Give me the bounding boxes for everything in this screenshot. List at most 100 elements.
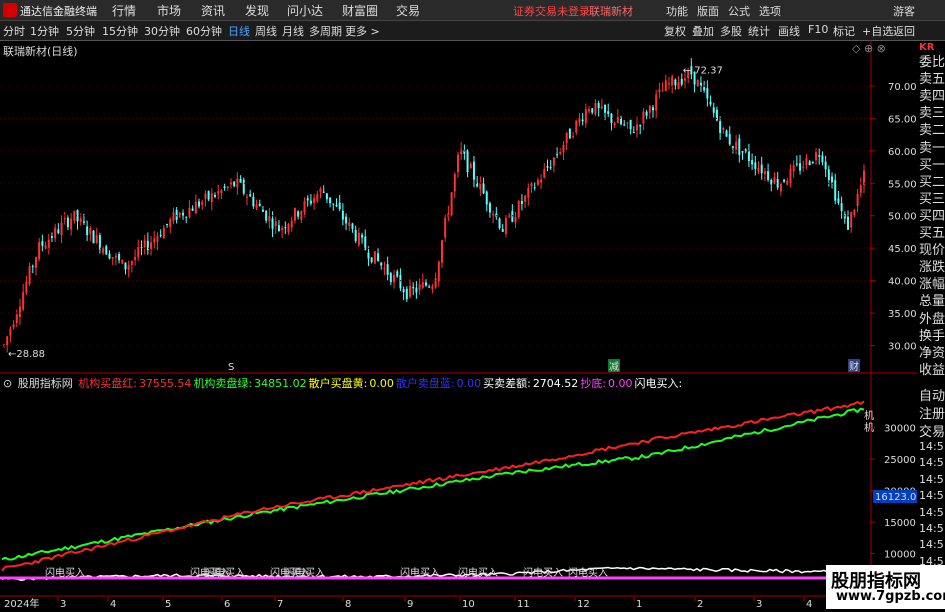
period-1min[interactable]: 1分钟: [30, 23, 59, 39]
candle-body: [722, 127, 725, 130]
menu-news[interactable]: 资讯: [201, 2, 225, 19]
candle-body: [415, 287, 418, 293]
btn-mark[interactable]: 标记: [833, 23, 855, 39]
candle-body: [412, 286, 415, 289]
period-30min[interactable]: 30分钟: [144, 23, 180, 39]
indicator-name[interactable]: 股朋指标网: [18, 377, 73, 390]
period-5min[interactable]: 5分钟: [66, 23, 95, 39]
candle-body: [568, 128, 571, 139]
candle-body: [543, 168, 546, 178]
chart-title: 联瑞新材(日线): [3, 45, 78, 58]
candle-body: [715, 109, 718, 121]
menu-function[interactable]: 功能: [666, 3, 688, 19]
candle-body: [805, 158, 808, 166]
candle-body: [520, 201, 523, 204]
menu-options[interactable]: 选项: [759, 3, 781, 19]
menu-market-quotes[interactable]: 行情: [112, 2, 136, 19]
date-month-label: 9: [407, 599, 413, 609]
btn-stats[interactable]: 统计: [748, 23, 770, 39]
candle-body: [28, 266, 31, 285]
btn-overlay[interactable]: 叠加: [692, 23, 714, 39]
candle-body: [680, 79, 683, 85]
candle-body: [802, 166, 805, 168]
candle-body: [367, 252, 370, 259]
candle-body: [636, 124, 639, 131]
date-year-label: 2024年: [4, 597, 39, 609]
high-price-label: ← 72.37: [683, 66, 723, 77]
candle-body: [533, 187, 536, 189]
candle-body: [274, 221, 277, 227]
indicator-gear-icon[interactable]: ⊙: [3, 377, 12, 390]
candle-body: [287, 223, 290, 233]
candle-body: [511, 211, 514, 222]
indicator-value-0: 37555.54: [138, 377, 192, 390]
period-intraday[interactable]: 分时: [3, 23, 25, 39]
period-60min[interactable]: 60分钟: [186, 23, 222, 39]
btn-back[interactable]: 返回: [893, 23, 915, 39]
btn-f10[interactable]: F10: [808, 23, 828, 36]
green-institution-line: [1, 407, 865, 561]
chart-grid: [0, 40, 917, 609]
period-15min[interactable]: 15分钟: [102, 23, 138, 39]
candle-body: [159, 235, 162, 237]
menu-discover[interactable]: 发现: [245, 2, 269, 19]
flash-buy-label: 闪电买入: [523, 566, 563, 579]
sidebar-bottom-0[interactable]: 自动: [919, 385, 945, 404]
period-daily[interactable]: 日线: [228, 23, 250, 39]
candle-body: [57, 229, 60, 234]
btn-draw[interactable]: 画线: [778, 23, 800, 39]
candle-body: [629, 119, 632, 130]
candle-body: [575, 120, 578, 133]
btn-adjust[interactable]: 复权: [664, 23, 686, 39]
candle-body: [664, 80, 667, 91]
sidebar-bottom-1[interactable]: 注册: [919, 403, 945, 422]
candle-body: [175, 209, 178, 220]
sidebar-time-tick: 14:5: [919, 489, 944, 503]
candle-body: [501, 228, 504, 232]
candle-body: [645, 111, 648, 116]
chart-canvas[interactable]: 机机闪电买入 闪电买入闪电买入 闪电买入闪电买入 闪电买入 闪电买入 闪电买入 闪电买入 7…: [0, 40, 917, 609]
chart-window-controls[interactable]: ◇ ⊕ ⊗: [852, 42, 886, 55]
candle-body: [623, 124, 626, 126]
price-axis-label: 70.00: [888, 82, 917, 93]
candle-body: [166, 223, 169, 225]
candle-body: [770, 179, 773, 185]
candle-body: [431, 286, 434, 290]
date-axis: 2024年 3 4 5 6 7 8 9 10 11 12 1 2 3 4: [0, 597, 870, 610]
menu-market[interactable]: 市场: [157, 2, 181, 19]
indicator-value-1: 34851.02: [254, 377, 307, 390]
candle-body: [799, 163, 802, 171]
candle-body: [856, 193, 859, 206]
candle-body: [108, 253, 111, 259]
candle-body: [82, 221, 85, 223]
menu-trade[interactable]: 交易: [396, 2, 420, 19]
candle-body: [703, 87, 706, 91]
btn-multistock[interactable]: 多股: [720, 23, 742, 39]
candle-body: [731, 146, 734, 148]
sidebar-bottom-2[interactable]: 交易: [919, 421, 945, 440]
period-monthly[interactable]: 月线: [282, 23, 304, 39]
period-weekly[interactable]: 周线: [255, 23, 277, 39]
sidebar-quote-18: 收益: [919, 362, 945, 378]
menu-formula[interactable]: 公式: [728, 3, 750, 19]
candle-body: [472, 161, 475, 180]
candle-body: [242, 179, 245, 194]
candle-body: [565, 132, 568, 144]
period-more[interactable]: 更多 >: [345, 23, 380, 39]
btn-add-watchlist[interactable]: +自选: [862, 23, 893, 39]
app-logo-icon: [3, 3, 17, 17]
indicator-axis: 300002500020000150001000016123.06: [870, 424, 917, 561]
menu-wealth[interactable]: 财富圈: [342, 2, 378, 19]
candle-body: [425, 282, 428, 286]
candle-body: [821, 155, 824, 163]
price-axis-label: 45.00: [888, 244, 917, 255]
menu-layout[interactable]: 版面: [697, 3, 719, 19]
candle-body: [581, 119, 584, 122]
login-status[interactable]: 证券交易未登录: [513, 3, 590, 19]
candle-body: [498, 218, 501, 229]
candle-body: [338, 202, 341, 210]
candle-body: [709, 101, 712, 105]
menu-ask[interactable]: 问小达: [287, 2, 323, 19]
period-multi[interactable]: 多周期: [309, 23, 342, 39]
guest-label[interactable]: 游客: [893, 3, 915, 19]
